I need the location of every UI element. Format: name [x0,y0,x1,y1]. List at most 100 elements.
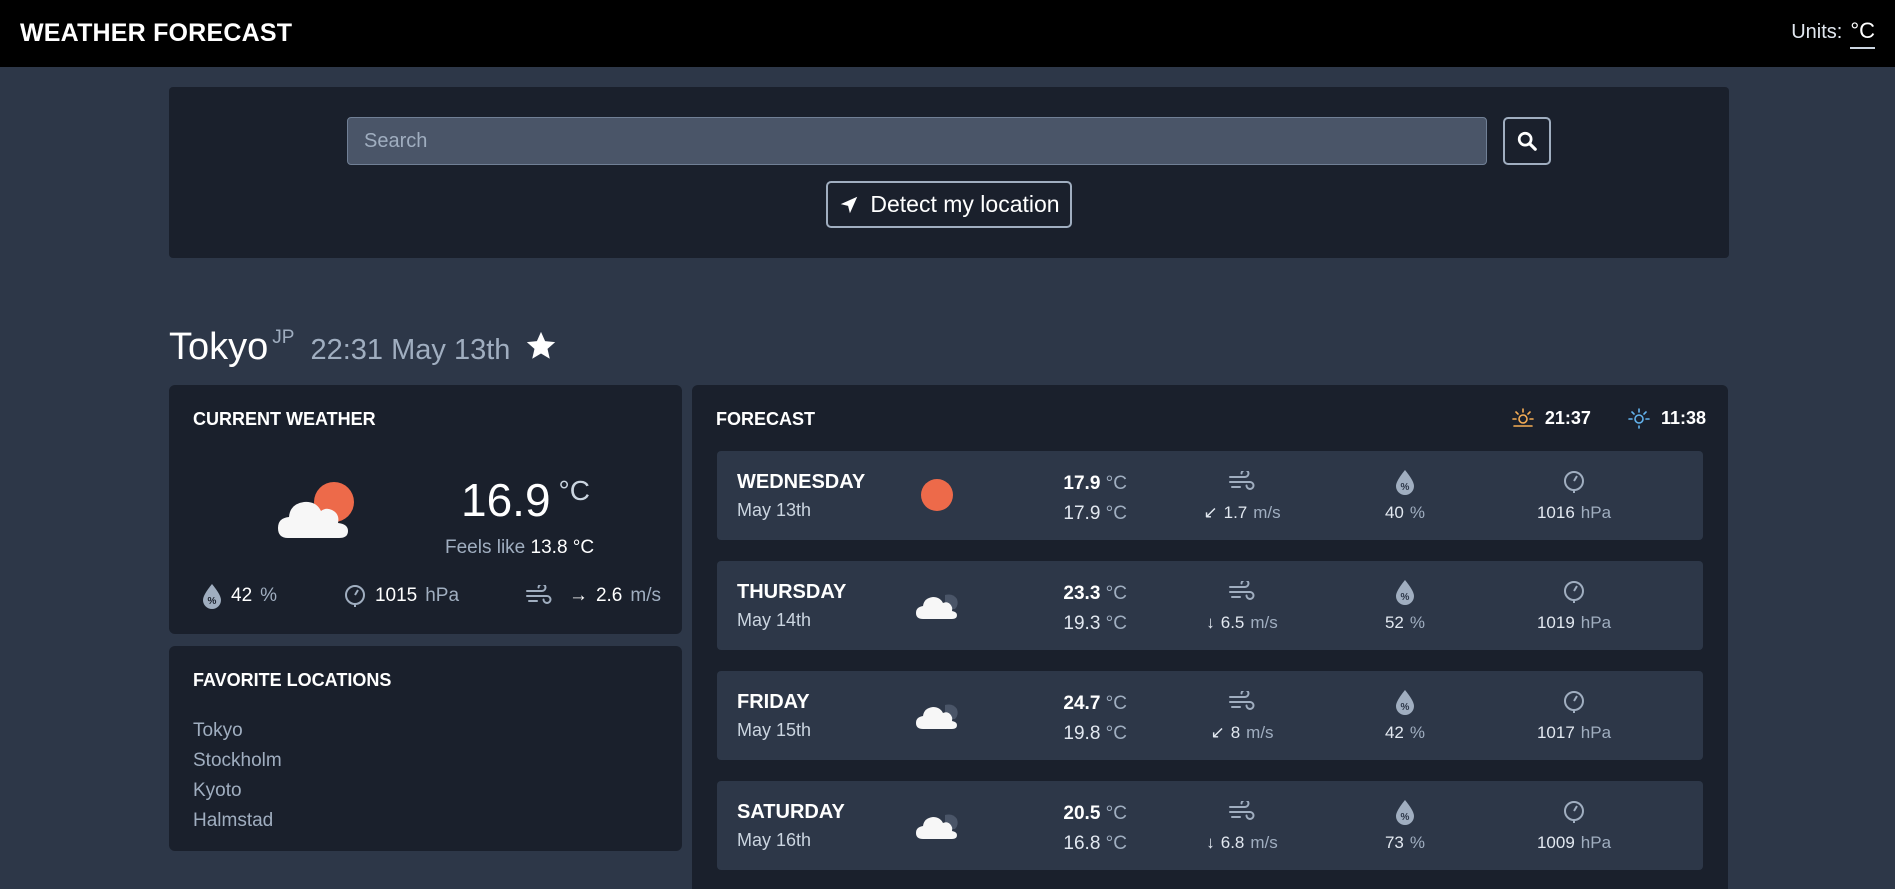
humidity-unit: % [1409,613,1426,632]
humidity-value: 52 [1384,613,1404,632]
current-pressure: 1015 hPa [343,584,459,608]
wind-icon [1229,691,1255,710]
day-temperatures: 24.7 °C 19.8 °C [1007,689,1127,749]
current-stats: % 42 % 1015 hPa → 2.6 m/s [201,583,661,609]
wind-icon [525,585,552,604]
temp-unit: °C [1105,583,1127,604]
detect-location-label: Detect my location [870,191,1060,217]
pressure-value: 1019 [1536,613,1575,632]
wind-direction-arrow: ↙ [1210,723,1225,742]
feels-like-value: 13.8 °C [530,537,595,558]
sunrise-icon [1512,408,1534,427]
pressure-gauge-icon [344,585,365,607]
day-humidity: % 52% [1335,577,1475,633]
city-name: Tokyo [169,325,269,368]
cloud-icon [916,704,958,729]
day-pressure: 1019 hPa [1504,577,1644,633]
wind-icon [1229,801,1255,820]
top-bar: WEATHER FORECAST Units: °C [0,0,1895,67]
favorite-location-link[interactable]: Kyoto [193,776,282,806]
forecast-day-row: WEDNESDAY May 13th 17.9 °C 17.9 °C ↙ 1.7 m… [717,451,1703,540]
cloud-icon [916,594,958,619]
day-name: WEDNESDAY [737,471,866,493]
day-pressure: 1016 hPa [1504,467,1644,523]
wind-direction-arrow: ↙ [1203,503,1218,522]
sunrise-time: 21:37 [1544,407,1591,428]
day-wind: ↙ 1.7 m/s [1172,467,1312,523]
units-selector: Units: °C [1791,18,1875,49]
forecast-day-row: THURSDAY May 14th 23.3 °C 19.3 °C ↓ 6.5 m/… [717,561,1703,650]
search-button[interactable] [1503,117,1551,165]
day-humidity: % 42% [1335,687,1475,743]
day-name: FRIDAY [737,691,810,713]
favorite-star-icon[interactable] [524,329,558,363]
pressure-value: 1009 [1536,833,1575,852]
humidity-value: 73 [1384,833,1404,852]
pressure-gauge-icon [1564,581,1584,603]
location-header: Tokyo JP 22:31 May 13th [169,323,558,371]
pressure-unit: hPa [1580,503,1612,522]
search-panel: Detect my location [169,87,1729,258]
humidity-unit: % [1409,723,1426,742]
current-temperature: 16.9 °C [461,473,590,527]
wind-unit: m/s [1250,613,1278,632]
day-name: THURSDAY [737,581,847,603]
sunset-icon [1628,408,1650,429]
partly-cloudy-icon [278,482,354,538]
svg-text:%: % [1401,702,1410,713]
current-weather-card: CURRENT WEATHER 16.9 °C Feels like 13.8 … [169,385,682,634]
day-humidity: % 73% [1335,797,1475,853]
location-arrow-icon [841,196,858,213]
day-temperatures: 23.3 °C 19.3 °C [1007,579,1127,639]
search-input[interactable] [347,117,1487,165]
temp-unit: °C [1105,723,1127,744]
day-min-temp: 17.9 [1063,503,1101,524]
day-temperatures: 17.9 °C 17.9 °C [1007,469,1127,529]
search-icon [1517,131,1537,151]
wind-unit: m/s [1253,503,1281,522]
local-time: 22:31 May 13th [310,333,511,366]
pressure-unit: hPa [1580,613,1612,632]
wind-direction-arrow: → [568,585,588,606]
current-wind-unit: m/s [630,585,661,606]
day-date: May 16th [737,830,812,850]
day-max-temp: 24.7 [1063,693,1101,714]
current-weather-title: CURRENT WEATHER [193,409,376,429]
day-pressure: 1009 hPa [1504,797,1644,853]
day-date: May 15th [737,720,812,740]
day-min-temp: 19.3 [1063,613,1101,634]
pressure-unit: hPa [1580,833,1612,852]
forecast-day-row: FRIDAY May 15th 24.7 °C 19.8 °C ↙ 8 m/s % … [717,671,1703,760]
wind-direction-arrow: ↓ [1206,613,1215,632]
wind-icon [1229,471,1255,490]
day-min-temp: 16.8 [1063,833,1101,854]
units-label: Units: [1791,21,1843,43]
current-wind: → 2.6 m/s [525,585,661,607]
pressure-gauge-icon [1564,801,1584,823]
pressure-gauge-icon [1564,471,1584,493]
current-pressure-value: 1015 [374,585,418,606]
wind-speed: 6.8 [1220,833,1245,852]
current-humidity: % 42 % [201,583,277,609]
favorite-location-link[interactable]: Tokyo [193,716,282,746]
humidity-icon: % [1396,800,1414,825]
day-wind: ↙ 8 m/s [1172,687,1312,743]
day-min-temp: 19.8 [1063,723,1101,744]
temp-unit: °C [1105,503,1127,524]
temp-unit: °C [1105,473,1127,494]
humidity-icon: % [1396,580,1414,605]
humidity-icon: % [1396,470,1414,495]
favorite-location-link[interactable]: Halmstad [193,806,282,836]
favorite-locations-title: FAVORITE LOCATIONS [193,670,392,690]
detect-location-button[interactable]: Detect my location [826,181,1072,228]
day-temperatures: 20.5 °C 16.8 °C [1007,799,1127,859]
wind-unit: m/s [1246,723,1274,742]
current-temp-unit: °C [558,475,590,506]
humidity-unit: % [1409,503,1426,522]
favorite-location-link[interactable]: Stockholm [193,746,282,776]
wind-unit: m/s [1250,833,1278,852]
day-humidity: % 40% [1335,467,1475,523]
units-toggle[interactable]: °C [1850,18,1875,49]
day-max-temp: 17.9 [1063,473,1101,494]
humidity-value: 40 [1384,503,1404,522]
